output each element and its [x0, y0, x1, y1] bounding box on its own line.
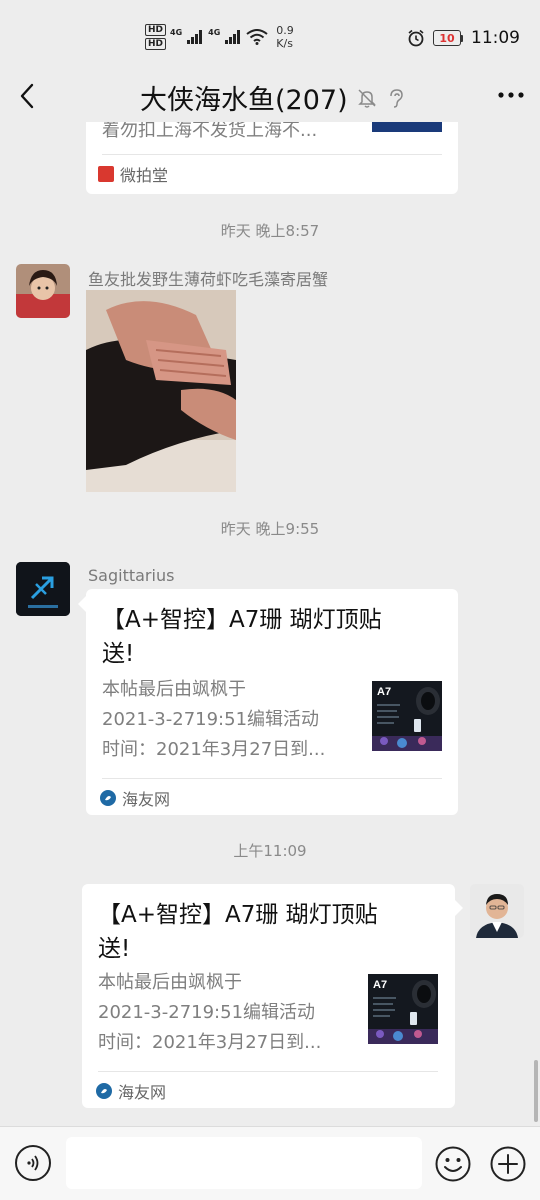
- card-desc-line: 2021-3-2719:51编辑活动: [102, 709, 320, 730]
- hd-indicators: HD HD: [145, 24, 167, 50]
- message-input[interactable]: [66, 1137, 422, 1189]
- avatar[interactable]: [470, 884, 524, 938]
- avatar[interactable]: [16, 562, 70, 616]
- card-desc: 着勿扣上海不发货上海不...: [102, 122, 318, 141]
- link-card[interactable]: 【A+智控】A7珊 瑚灯顶贴 送! 本帖最后由飒枫于 2021-3-2719:5…: [86, 589, 458, 815]
- thumb-label: A7: [373, 979, 387, 991]
- avatar[interactable]: [16, 264, 70, 318]
- source-name: 微拍堂: [120, 166, 169, 185]
- status-left: HD HD 4G 4G 0.9 K/s: [145, 24, 294, 50]
- input-bar: [0, 1126, 540, 1200]
- card-desc-line: 本帖最后由飒枫于: [102, 679, 246, 700]
- wifi-icon: [246, 29, 268, 45]
- status-right: 10 11:09: [407, 28, 520, 48]
- card-title-line: 送!: [98, 936, 131, 962]
- card-title-line: 送!: [102, 641, 135, 667]
- timestamp: 上午11:09: [233, 842, 307, 860]
- chat-title[interactable]: 大侠海水鱼(207): [140, 78, 348, 117]
- title-wrap: 大侠海水鱼(207): [140, 78, 406, 117]
- card-desc: 本帖最后由飒枫于 2021-3-2719:51编辑活动 时间：2021年3月27…: [102, 675, 362, 765]
- more-options-icon[interactable]: [494, 80, 528, 110]
- link-card[interactable]: 着勿扣上海不发货上海不... 微拍堂: [86, 122, 458, 194]
- card-desc-line: 2021-3-2719:51编辑活动: [98, 1002, 316, 1023]
- voice-input-button[interactable]: [15, 1145, 51, 1181]
- emoji-icon[interactable]: [434, 1145, 472, 1183]
- timestamp: 昨天 晚上9:55: [220, 520, 320, 538]
- back-icon[interactable]: [16, 82, 40, 110]
- card-thumbnail: A7: [372, 681, 442, 751]
- card-desc-line: 时间：2021年3月27日到...: [98, 1032, 322, 1053]
- source-name: 海友网: [118, 1083, 167, 1102]
- thumb-label: A7: [377, 686, 391, 698]
- voice-icon: [27, 1155, 39, 1171]
- haiyouwang-icon: [100, 790, 116, 806]
- battery-icon: 10: [433, 30, 463, 46]
- source-name: 海友网: [122, 790, 171, 809]
- card-title-line: 【A+智控】A7珊 瑚灯顶贴: [98, 902, 378, 928]
- speed-unit: K/s: [276, 37, 293, 50]
- card-thumbnail: A7: [368, 974, 438, 1044]
- ear-icon: [389, 88, 403, 108]
- card-desc: 本帖最后由飒枫于 2021-3-2719:51编辑活动 时间：2021年3月27…: [98, 968, 358, 1058]
- scrollbar[interactable]: [534, 1060, 538, 1122]
- card-desc-line: 本帖最后由飒枫于: [98, 972, 242, 993]
- hd-badge: HD: [145, 38, 167, 50]
- status-bar: HD HD 4G 4G 0.9 K/s 10 11:09: [0, 0, 540, 72]
- chat-area[interactable]: 着勿扣上海不发货上海不... 微拍堂 昨天 晚上8:57 鱼友批发野生薄荷虾吃毛…: [0, 122, 540, 1126]
- haiyouwang-icon: [96, 1083, 112, 1099]
- card-source: 海友网: [100, 786, 170, 810]
- speed-value: 0.9: [276, 24, 294, 37]
- weipaitang-icon: [98, 166, 114, 182]
- network-speed: 0.9 K/s: [276, 24, 294, 50]
- image-message[interactable]: [86, 290, 236, 492]
- sender-name: 鱼友批发野生薄荷虾吃毛藻寄居蟹: [88, 270, 329, 289]
- card-title-line: 【A+智控】A7珊 瑚灯顶贴: [102, 607, 382, 633]
- plus-icon[interactable]: [489, 1145, 527, 1183]
- battery-level: 10: [433, 30, 461, 46]
- chat-header: 大侠海水鱼(207): [0, 72, 540, 122]
- link-card[interactable]: 【A+智控】A7珊 瑚灯顶贴 送! 本帖最后由飒枫于 2021-3-2719:5…: [82, 884, 455, 1108]
- timestamp: 昨天 晚上8:57: [220, 222, 320, 240]
- card-title: 【A+智控】A7珊 瑚灯顶贴 送!: [102, 603, 442, 671]
- signal-icon: [187, 30, 203, 44]
- mute-bell-icon: [357, 88, 376, 108]
- card-source: 微拍堂: [98, 162, 168, 186]
- clock: 11:09: [471, 28, 520, 48]
- signal-icon: [225, 30, 241, 44]
- card-source: 海友网: [96, 1079, 166, 1103]
- card-desc-line: 时间：2021年3月27日到...: [102, 739, 326, 760]
- hd-badge: HD: [145, 24, 167, 36]
- network-type: 4G: [208, 27, 221, 37]
- network-type: 4G: [170, 27, 183, 37]
- card-thumbnail: [372, 122, 442, 132]
- sender-name: Sagittarius: [88, 566, 175, 585]
- alarm-icon: [408, 29, 424, 47]
- card-title: 【A+智控】A7珊 瑚灯顶贴 送!: [98, 898, 438, 966]
